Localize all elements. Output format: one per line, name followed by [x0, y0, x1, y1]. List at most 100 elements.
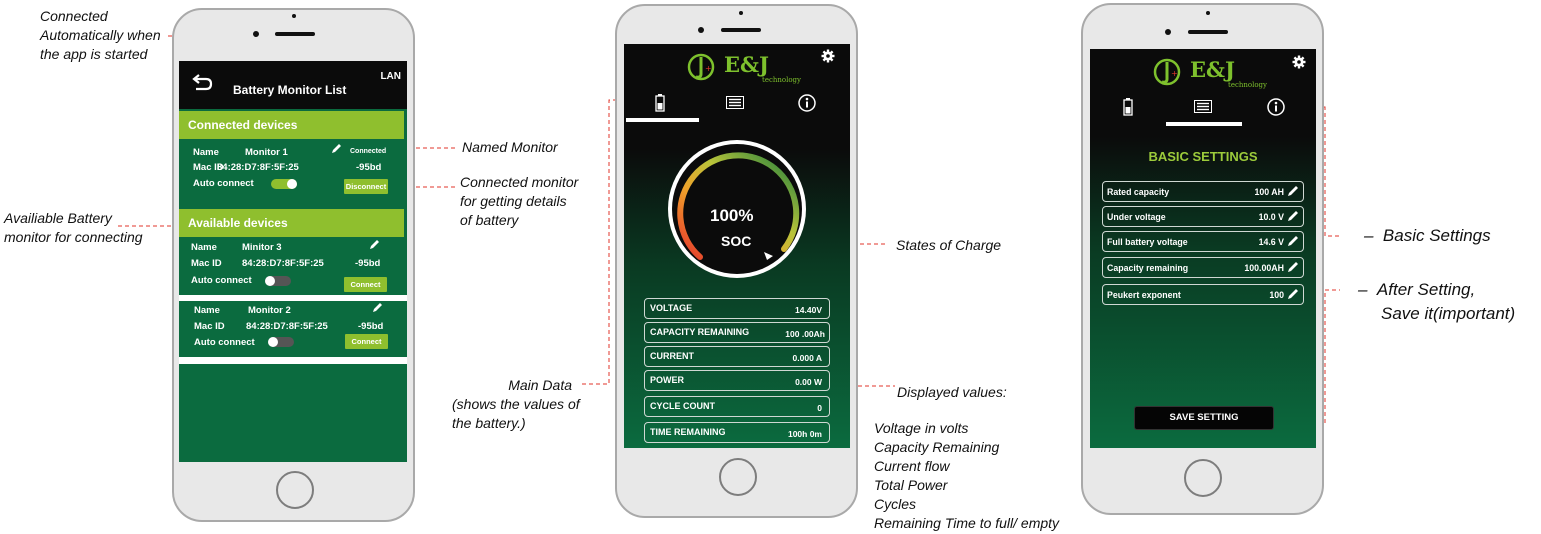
phone3-sensor [1206, 11, 1210, 15]
pencil-icon[interactable] [1286, 287, 1300, 301]
pencil-icon[interactable] [1286, 184, 1300, 198]
info-icon[interactable] [1267, 98, 1285, 116]
info-icon[interactable] [798, 94, 816, 112]
save-setting-button[interactable]: SAVE SETTING [1134, 406, 1274, 430]
soc-value: 100% [710, 206, 754, 225]
under-voltage-label: Under voltage [1107, 212, 1166, 222]
device-list-screen: LAN Battery Monitor List Connected devic… [179, 61, 407, 462]
pencil-icon[interactable] [330, 142, 343, 155]
pencil-icon[interactable] [1286, 209, 1300, 223]
list-icon[interactable] [726, 96, 744, 109]
power-value: 0.00 W [795, 377, 822, 387]
device2-rssi: -95bd [355, 258, 381, 269]
note-displayed-values-list: Voltage in volts Capacity Remaining Curr… [874, 420, 1060, 531]
rated-capacity-value: 100 AH [1254, 187, 1284, 197]
soc-label: SOC [721, 233, 752, 249]
full-battery-voltage-label: Full battery voltage [1107, 237, 1188, 247]
peukert-exponent-value: 100 [1269, 290, 1284, 300]
device3-mac: 84:28:D7:8F:5F:25 [246, 321, 328, 332]
device2-name-label: Name [191, 242, 217, 253]
capacity-remaining-label: Capacity remaining [1107, 263, 1189, 273]
capacity-remaining-row: CAPACITY REMAINING 100 .00Ah [644, 322, 830, 343]
brand-logo-icon: + [1153, 58, 1181, 86]
device1-rssi: -95bd [356, 162, 382, 173]
device1-name-label: Name [193, 147, 219, 158]
device3-auto-toggle[interactable] [268, 337, 294, 347]
power-label: POWER [650, 375, 685, 385]
brand-logo-icon: + [687, 53, 715, 81]
phone1-speaker [275, 32, 315, 36]
gear-icon[interactable] [1292, 55, 1306, 69]
connect-button[interactable]: Connect [345, 334, 388, 349]
voltage-value: 14.40V [795, 305, 822, 315]
phone1-home-button[interactable] [276, 471, 314, 509]
power-row: POWER 0.00 W [644, 370, 830, 391]
device2-name: Minitor 3 [242, 242, 282, 253]
phone2-speaker [721, 28, 761, 32]
voltage-label: VOLTAGE [650, 303, 693, 313]
phone3-speaker [1188, 30, 1228, 34]
device-list-header: LAN Battery Monitor List [179, 61, 407, 109]
brand-subtitle: technology [1228, 81, 1267, 89]
phone3-home-button[interactable] [1184, 459, 1222, 497]
note-basic-settings: – Basic Settings [1364, 226, 1491, 245]
current-label: CURRENT [650, 351, 694, 361]
pencil-icon[interactable] [368, 238, 381, 251]
phone2-home-button[interactable] [719, 458, 757, 496]
battery-icon[interactable] [1123, 98, 1133, 116]
lan-label[interactable]: LAN [380, 71, 401, 82]
device3-name-label: Name [194, 305, 220, 316]
battery-icon[interactable] [655, 94, 665, 112]
device1-status: Connected [350, 148, 387, 155]
under-voltage-row[interactable]: Under voltage 10.0 V [1102, 206, 1304, 227]
capacity-remaining-label: CAPACITY REMAINING [650, 327, 750, 337]
svg-text:+: + [1171, 69, 1178, 78]
back-arrow-icon[interactable] [191, 72, 215, 92]
capacity-remaining-row[interactable]: Capacity remaining 100.00AH [1102, 257, 1304, 278]
note-connected-monitor: Connected monitor for getting details of… [460, 174, 579, 228]
device3-mac-label: Mac ID [194, 321, 225, 332]
device3-name: Monitor 2 [248, 305, 291, 316]
brand-name: E&J [1190, 57, 1235, 82]
svg-text:+: + [705, 64, 712, 73]
available-devices-header: Available devices [179, 209, 404, 237]
note-states-of-charge: States of Charge [896, 237, 1002, 253]
device2-mac: 84:28:D7:8F:5F:25 [242, 258, 324, 269]
settings-heading: BASIC SETTINGS [1148, 149, 1258, 164]
device1-auto-toggle[interactable] [271, 179, 297, 189]
capacity-remaining-value: 100 .00Ah [785, 329, 825, 339]
basic-settings-screen: + E&J technology BASIC SETTINGS Rated ca… [1090, 49, 1316, 448]
note-connected-auto: Connected Automatically when the app is … [40, 8, 161, 62]
active-tab-indicator [626, 118, 699, 122]
rated-capacity-label: Rated capacity [1107, 187, 1170, 197]
pencil-icon[interactable] [1286, 234, 1300, 248]
pencil-icon[interactable] [371, 301, 384, 314]
disconnect-button[interactable]: Disconnect [344, 179, 388, 194]
device1-name: Monitor 1 [245, 147, 288, 158]
page-title: Battery Monitor List [233, 83, 347, 97]
peukert-exponent-row[interactable]: Peukert exponent 100 [1102, 284, 1304, 305]
main-data-screen: + E&J technology 100% SOC VOLTAGE 14.40V… [624, 44, 850, 448]
rated-capacity-row[interactable]: Rated capacity 100 AH [1102, 181, 1304, 202]
device3-rssi: -95bd [358, 321, 384, 332]
phone3-camera [1165, 29, 1171, 35]
divider [179, 357, 407, 364]
device2-auto-toggle[interactable] [265, 276, 291, 286]
device1-mac: 84:28:D7:8F:5F:25 [217, 162, 299, 173]
cycle-count-row: CYCLE COUNT 0 [644, 396, 830, 417]
connect-button[interactable]: Connect [344, 277, 387, 292]
pencil-icon[interactable] [1286, 260, 1300, 274]
phone1-camera [253, 31, 259, 37]
under-voltage-value: 10.0 V [1258, 212, 1284, 222]
gear-icon[interactable] [821, 49, 835, 63]
list-icon[interactable] [1194, 100, 1212, 113]
peukert-exponent-label: Peukert exponent [1107, 290, 1181, 300]
capacity-remaining-value: 100.00AH [1244, 263, 1284, 273]
brand-name: E&J [724, 52, 769, 77]
full-battery-voltage-row[interactable]: Full battery voltage 14.6 V [1102, 231, 1304, 252]
cycle-count-value: 0 [817, 403, 822, 413]
voltage-row: VOLTAGE 14.40V [644, 298, 830, 319]
active-tab-indicator [1166, 122, 1242, 126]
full-battery-voltage-value: 14.6 V [1258, 237, 1284, 247]
device2-auto-label: Auto connect [191, 275, 252, 286]
